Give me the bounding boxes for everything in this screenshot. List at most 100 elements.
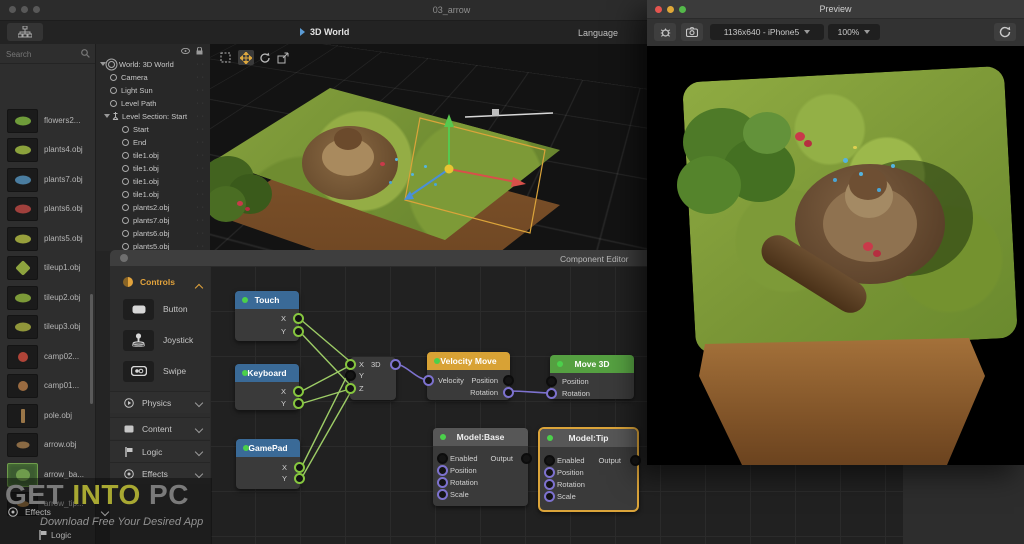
port-enabled-in[interactable] <box>544 455 555 466</box>
port-rotation-in[interactable] <box>546 388 557 399</box>
gizmo-center[interactable] <box>445 165 454 174</box>
asset-item[interactable]: camp02... <box>0 342 95 371</box>
port-vec-y[interactable] <box>345 370 356 381</box>
tree-row[interactable]: tile1.obj·· <box>96 188 210 201</box>
port-velocity-in[interactable] <box>423 375 434 386</box>
port-vec-3d-out[interactable] <box>390 359 401 370</box>
asset-item[interactable]: tileup1.obj <box>0 253 95 282</box>
port-vec-x[interactable] <box>345 359 356 370</box>
asset-item[interactable]: arrow.obj <box>0 430 95 459</box>
tree-row[interactable]: tile1.obj·· <box>96 162 210 175</box>
measure-handle[interactable] <box>492 109 499 116</box>
node-move3d[interactable]: Move 3D Position Rotation <box>550 355 634 399</box>
asset-item[interactable]: flowers2... <box>0 106 95 135</box>
port-touch-x[interactable] <box>293 313 304 324</box>
asset-item[interactable]: camp01... <box>0 371 95 400</box>
tree-row[interactable]: plants2.obj·· <box>96 201 210 214</box>
asset-scrollbar[interactable] <box>90 294 93 404</box>
asset-item[interactable]: plants6.obj <box>0 194 95 223</box>
tree-row[interactable]: Light Sun·· <box>96 84 210 97</box>
port-output[interactable] <box>521 453 532 464</box>
port-position-in[interactable] <box>437 465 448 476</box>
section-physics[interactable]: Physics <box>110 391 210 413</box>
node-model-tip[interactable]: Model:Tip Enabled Position Rotation Scal… <box>538 427 639 512</box>
port-output[interactable] <box>630 455 641 466</box>
section-content[interactable]: Content <box>110 417 210 439</box>
tree-row-world[interactable]: World: 3D World·· <box>96 58 210 71</box>
lock-icon[interactable] <box>196 47 203 55</box>
library-item-swipe[interactable]: Swipe <box>110 356 210 386</box>
scale-tool[interactable] <box>275 50 291 65</box>
node-model-base[interactable]: Model:Base Enabled Position Rotation Sca… <box>433 428 528 506</box>
node-gamepad[interactable]: GamePad X Y <box>236 439 300 489</box>
section-controls[interactable]: Controls <box>110 272 210 292</box>
status-dot-icon <box>242 297 248 303</box>
tree-row[interactable]: Level Path·· <box>96 97 210 110</box>
eye-icon[interactable] <box>181 48 190 54</box>
port-position-out[interactable] <box>503 375 514 386</box>
port-scale-in[interactable] <box>544 491 555 502</box>
measure-line[interactable] <box>465 113 553 117</box>
tree-row[interactable]: Camera·· <box>96 71 210 84</box>
preview-terrain-dirt <box>699 338 985 465</box>
asset-item[interactable]: plants5.obj <box>0 224 95 253</box>
object-icon <box>122 230 129 237</box>
port-position-in[interactable] <box>546 376 557 387</box>
port-vec-z[interactable] <box>345 383 356 394</box>
asset-item[interactable]: plants4.obj <box>0 135 95 164</box>
move-tool[interactable] <box>238 50 254 65</box>
tree-row[interactable]: plants7.obj·· <box>96 214 210 227</box>
tree-row[interactable]: End·· <box>96 136 210 149</box>
asset-item[interactable]: tileup2.obj <box>0 283 95 312</box>
zoom-select[interactable]: 100% <box>828 24 880 40</box>
port-enabled-in[interactable] <box>437 453 448 464</box>
section-logic[interactable]: Logic <box>110 440 210 462</box>
debug-button[interactable] <box>654 23 676 41</box>
node-header: Velocity Move <box>427 352 510 370</box>
preview-viewport[interactable] <box>647 46 1024 465</box>
port-gamepad-x[interactable] <box>294 462 305 473</box>
gizmo-z-axis[interactable] <box>411 169 449 195</box>
asset-thumbnail <box>7 404 38 428</box>
debug-icon <box>660 27 671 38</box>
library-item-button[interactable]: Button <box>110 294 210 324</box>
port-rotation-out[interactable] <box>503 387 514 398</box>
search-input[interactable] <box>4 46 80 62</box>
asset-item[interactable]: plants7.obj <box>0 165 95 194</box>
asset-item[interactable]: pole.obj <box>0 401 95 430</box>
caret-icon[interactable] <box>104 114 110 118</box>
port-rotation-in[interactable] <box>544 479 555 490</box>
select-tool[interactable] <box>217 50 233 65</box>
screenshot-button[interactable] <box>681 23 703 41</box>
watermark-subtitle: Download Free Your Desired App <box>40 516 203 528</box>
port-gamepad-y[interactable] <box>294 473 305 484</box>
device-select[interactable]: 1136x640 - iPhone5 <box>710 24 824 40</box>
caret-icon[interactable] <box>100 62 106 66</box>
tree-row[interactable]: plants6.obj·· <box>96 227 210 240</box>
gizmo-x-axis[interactable] <box>449 169 516 182</box>
component-editor-dot[interactable] <box>120 254 128 262</box>
asset-item[interactable]: tileup3.obj <box>0 312 95 341</box>
rotate-tool[interactable] <box>257 50 273 65</box>
component-editor-title: Component Editor <box>560 254 629 264</box>
tree-row[interactable]: tile1.obj·· <box>96 175 210 188</box>
library-item-joystick[interactable]: Joystick <box>110 325 210 355</box>
port-position-in[interactable] <box>544 467 555 478</box>
port-keyboard-y[interactable] <box>293 398 304 409</box>
tree-row[interactable]: tile1.obj·· <box>96 149 210 162</box>
scene-tab[interactable]: 3D World <box>300 27 349 37</box>
mindmap-button[interactable] <box>7 23 43 41</box>
node-touch[interactable]: Touch X Y <box>235 291 299 341</box>
tree-row[interactable]: Start·· <box>96 123 210 136</box>
language-menu[interactable]: Language <box>578 28 618 38</box>
port-rotation-in[interactable] <box>437 477 448 488</box>
preview-titlebar[interactable]: Preview <box>647 0 1024 19</box>
node-keyboard[interactable]: Keyboard X Y <box>235 364 299 410</box>
port-keyboard-x[interactable] <box>293 386 304 397</box>
tree-row-section[interactable]: Level Section: Start·· <box>96 110 210 123</box>
node-velocity-move[interactable]: Velocity Move Velocity Position Rotation <box>427 352 510 400</box>
node-vector3[interactable]: X Y Z 3D <box>350 357 396 400</box>
port-touch-y[interactable] <box>293 326 304 337</box>
reload-button[interactable] <box>994 23 1016 41</box>
port-scale-in[interactable] <box>437 489 448 500</box>
